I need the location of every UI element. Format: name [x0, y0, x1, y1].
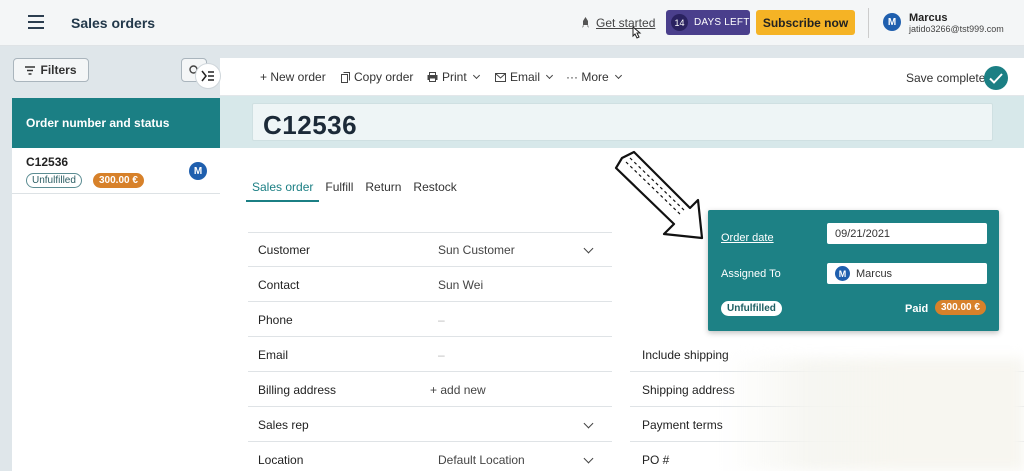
email-label: Email	[258, 348, 289, 362]
list-empty-area	[12, 194, 220, 471]
new-order-button[interactable]: + New order	[260, 70, 326, 84]
tab-sales-order[interactable]: Sales order	[246, 180, 320, 202]
checkmark-icon	[989, 72, 1003, 84]
phone-row[interactable]: Phone –	[248, 302, 612, 337]
status-badge: Unfulfilled	[721, 301, 782, 316]
payment-terms-label: Payment terms	[642, 418, 723, 432]
assignee-avatar: M	[835, 266, 850, 281]
phone-label: Phone	[258, 313, 293, 327]
copy-order-label: Copy order	[354, 70, 414, 84]
order-date-field[interactable]: 09/21/2021	[827, 223, 987, 244]
phone-value: –	[438, 313, 445, 327]
order-tabs: Sales order Fulfill Return Restock	[246, 180, 463, 202]
paid-amount-badge: 300.00 €	[935, 300, 986, 315]
location-value: Default Location	[438, 453, 525, 467]
billing-address-label: Billing address	[258, 383, 337, 397]
email-value: –	[438, 348, 445, 362]
chevron-down-icon	[472, 71, 480, 79]
print-button[interactable]: Print	[427, 70, 480, 84]
rocket-icon	[582, 17, 589, 28]
paid-label: Paid	[905, 303, 929, 315]
assigned-to-label: Assigned To	[721, 268, 781, 280]
list-header[interactable]: Order number and status	[12, 98, 220, 148]
page-title: Sales orders	[71, 15, 156, 31]
blur-overlay	[720, 358, 1024, 471]
filters-button[interactable]: Filters	[13, 58, 89, 82]
printer-icon	[427, 72, 438, 82]
chevron-down-icon	[614, 71, 622, 79]
customer-value: Sun Customer	[438, 243, 515, 257]
divider	[868, 8, 869, 38]
email-row[interactable]: Email –	[248, 337, 612, 372]
status-badge: Unfulfilled	[26, 173, 82, 188]
cursor-icon	[632, 26, 642, 39]
save-status: Save complete	[906, 71, 986, 85]
order-title-field[interactable]: C12536	[252, 103, 993, 141]
menu-icon[interactable]	[28, 15, 44, 29]
trial-days-label: DAYS LEFT	[694, 17, 750, 28]
contact-value: Sun Wei	[438, 278, 484, 292]
po-number-label: PO #	[642, 453, 670, 467]
chevron-down-icon[interactable]	[583, 453, 594, 464]
get-started-label: Get started	[596, 16, 656, 30]
contact-row[interactable]: Contact Sun Wei	[248, 267, 612, 302]
add-billing-address-link[interactable]: + add new	[430, 383, 486, 397]
sales-rep-row[interactable]: Sales rep	[248, 407, 612, 442]
chevron-down-icon	[545, 71, 554, 79]
customer-label: Customer	[258, 243, 311, 257]
print-label: Print	[442, 70, 467, 84]
filters-label: Filters	[40, 63, 77, 77]
tab-fulfill[interactable]: Fulfill	[319, 180, 359, 202]
assignee-name: Marcus	[856, 267, 893, 280]
tab-return[interactable]: Return	[359, 180, 407, 202]
more-button[interactable]: ··· More	[566, 70, 622, 84]
tab-restock[interactable]: Restock	[407, 180, 462, 202]
trial-days-badge[interactable]: 14 DAYS LEFT	[666, 10, 750, 35]
arrow-annotation-icon	[614, 150, 704, 240]
assigned-to-field[interactable]: M Marcus	[827, 263, 987, 284]
user-name[interactable]: Marcus	[909, 12, 948, 24]
order-list-panel: Filters Order number and status C12536 U…	[12, 46, 220, 471]
envelope-icon	[495, 72, 506, 82]
copy-order-button[interactable]: Copy order	[341, 70, 413, 84]
subscribe-button[interactable]: Subscribe now	[756, 10, 855, 35]
copy-icon	[341, 71, 350, 83]
user-avatar[interactable]: M	[883, 13, 901, 31]
assignee-avatar: M	[189, 162, 207, 180]
collapse-panel-button[interactable]	[195, 63, 221, 89]
top-bar: Sales orders Get started 14 DAYS LEFT Su…	[0, 0, 1024, 46]
customer-row[interactable]: Customer Sun Customer	[248, 232, 612, 267]
trial-days-count: 14	[671, 14, 688, 31]
location-row[interactable]: Location Default Location	[248, 442, 612, 471]
save-complete-icon	[984, 66, 1008, 90]
title-band: C12536	[220, 96, 1024, 148]
contact-label: Contact	[258, 278, 300, 292]
include-shipping-label: Include shipping	[642, 348, 729, 362]
billing-address-row[interactable]: Billing address + add new	[248, 372, 612, 407]
email-label: Email	[510, 70, 541, 84]
order-date-label[interactable]: Order date	[721, 232, 774, 244]
get-started-link[interactable]: Get started	[581, 16, 655, 30]
order-title: C12536	[263, 110, 358, 140]
amount-badge: 300.00 €	[93, 173, 144, 188]
email-button[interactable]: Email	[495, 70, 554, 84]
sales-rep-label: Sales rep	[258, 418, 309, 432]
collapse-icon	[201, 70, 214, 82]
order-number: C12536	[26, 155, 69, 169]
chevron-down-icon[interactable]	[583, 243, 594, 254]
order-summary-card: Order date 09/21/2021 Assigned To M Marc…	[708, 210, 999, 331]
more-label: ··· More	[566, 70, 609, 84]
toolbar: + New order Copy order Print Email ··· M…	[220, 58, 1024, 96]
location-label: Location	[258, 453, 304, 467]
chevron-down-icon[interactable]	[583, 418, 594, 429]
user-email: jatido3266@tst999.com	[909, 24, 1004, 34]
list-item[interactable]: C12536 Unfulfilled 300.00 € M	[12, 148, 220, 194]
filter-icon	[25, 65, 36, 75]
